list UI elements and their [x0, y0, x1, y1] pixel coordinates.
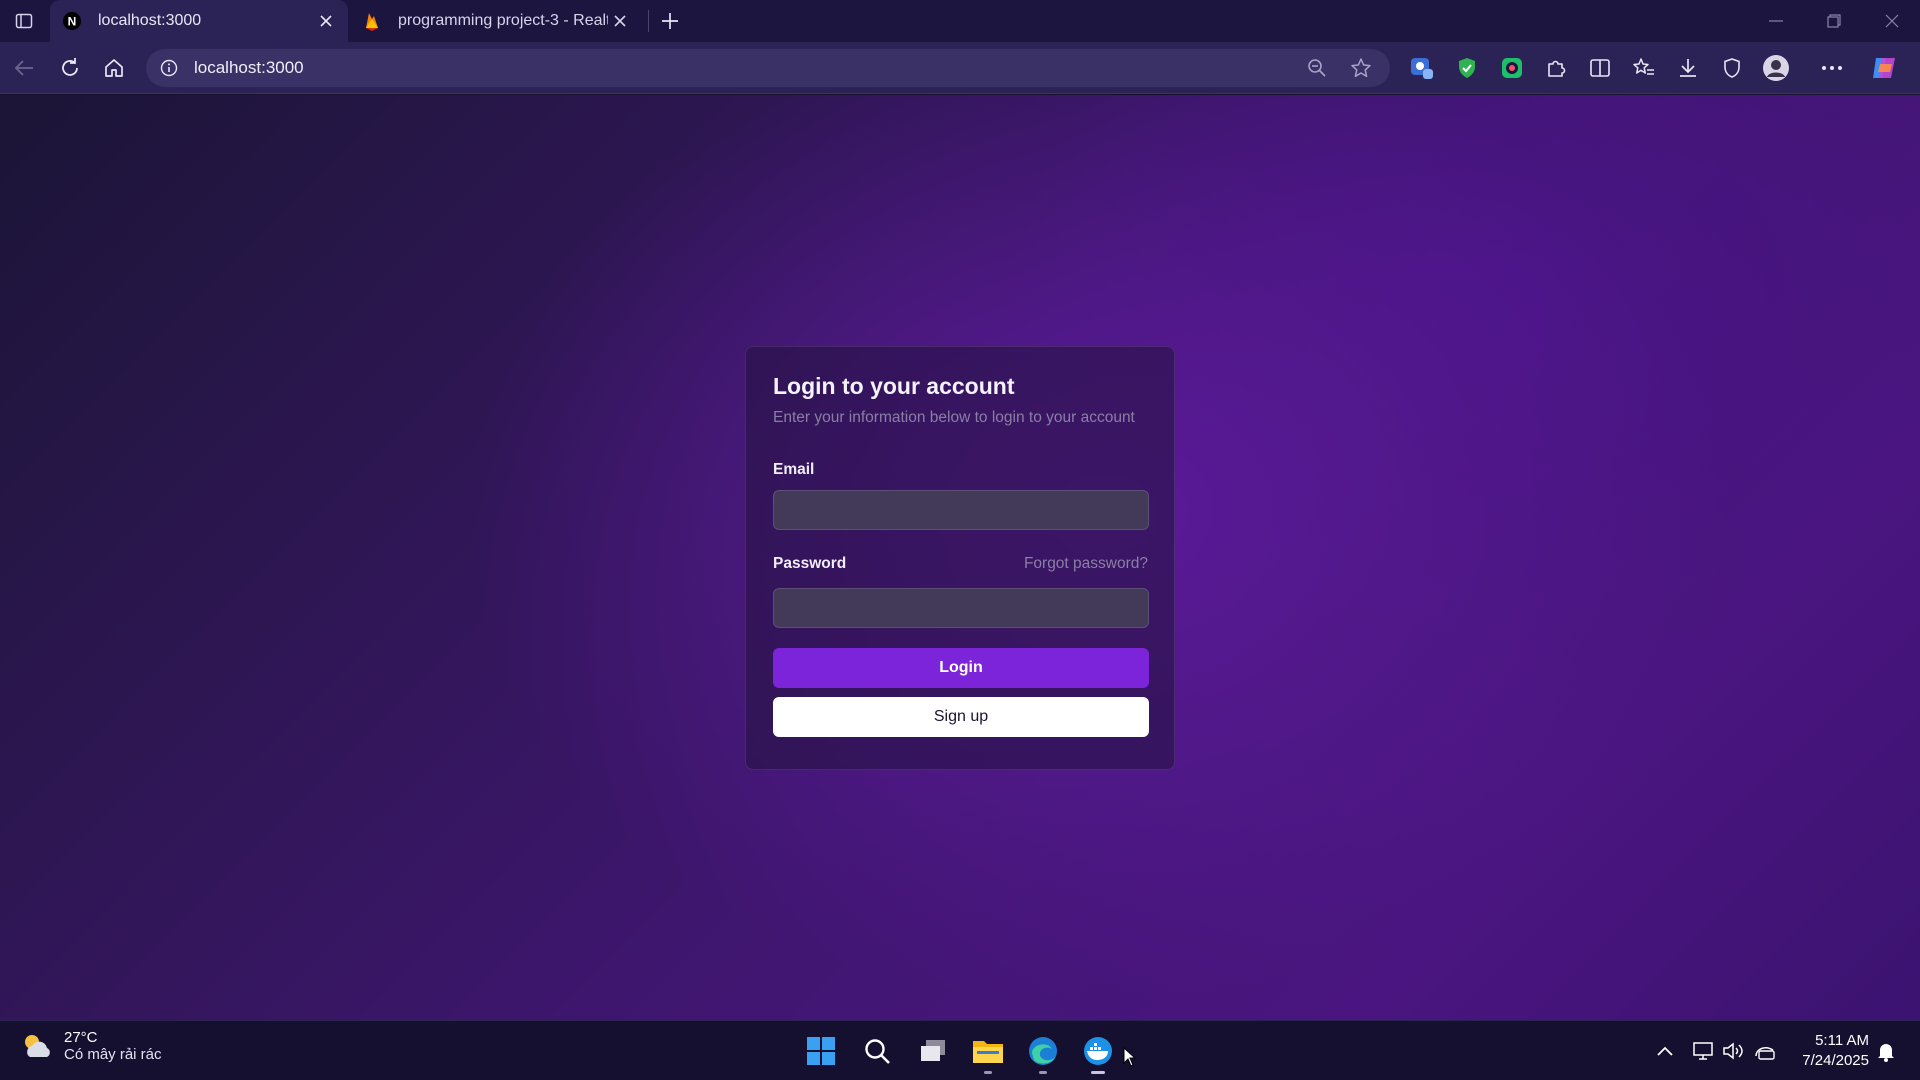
login-title: Login to your account	[773, 373, 1015, 399]
chevron-up-icon[interactable]	[1653, 1039, 1677, 1063]
email-field[interactable]	[773, 490, 1149, 530]
task-view-icon[interactable]	[913, 1031, 953, 1071]
windows-start-icon[interactable]	[801, 1031, 841, 1071]
login-description: Enter your information below to login to…	[773, 409, 1135, 426]
taskbar: 27°C Có mây rải rác 5:11 AM 7/24/2025	[0, 1020, 1920, 1080]
download-icon[interactable]	[1672, 52, 1704, 84]
clock[interactable]: 5:11 AM 7/24/2025	[1783, 1031, 1869, 1071]
minimize-icon[interactable]	[1748, 0, 1804, 42]
tab-localhost[interactable]: N localhost:3000	[50, 0, 348, 42]
weather-widget[interactable]: 27°C Có mây rải rác	[20, 1029, 162, 1063]
network-icon[interactable]	[1692, 1039, 1716, 1063]
forgot-password-link[interactable]: Forgot password?	[1024, 555, 1148, 573]
edge-icon[interactable]	[1023, 1031, 1063, 1074]
close-tab-icon[interactable]	[314, 9, 338, 33]
browser-essentials-icon[interactable]	[1716, 52, 1748, 84]
puzzle-icon[interactable]	[1540, 52, 1572, 84]
new-tab-icon[interactable]	[656, 7, 684, 35]
weather-temp: 27°C	[64, 1029, 98, 1046]
refresh-icon[interactable]	[54, 52, 86, 84]
partly-cloudy-icon	[25, 1035, 50, 1057]
extension-1-icon[interactable]	[1406, 52, 1438, 84]
mouse-cursor-icon	[1123, 1046, 1137, 1072]
tab-separator	[648, 10, 649, 32]
more-icon[interactable]	[1816, 52, 1848, 84]
running-indicator	[1091, 1071, 1105, 1074]
password-field[interactable]	[773, 588, 1149, 628]
tab-title: programming project-3 - Realtim	[398, 12, 608, 29]
n-favicon: N	[62, 11, 82, 31]
page-background: Login to your account Enter your informa…	[0, 95, 1920, 1020]
site-info-icon[interactable]	[158, 57, 180, 79]
zoom-out-icon[interactable]	[1302, 53, 1332, 83]
running-indicator	[984, 1071, 992, 1074]
browser-titlebar: N localhost:3000 programming project-3 -…	[0, 0, 1920, 42]
tab-title: localhost:3000	[98, 12, 202, 29]
profile-avatar[interactable]	[1760, 52, 1792, 84]
login-card: Login to your account Enter your informa…	[745, 346, 1175, 770]
address-bar[interactable]: localhost:3000	[146, 49, 1390, 87]
restore-icon[interactable]	[1806, 0, 1862, 42]
browser-toolbar: localhost:3000	[0, 42, 1920, 94]
close-window-icon[interactable]	[1864, 0, 1920, 42]
clock-date: 7/24/2025	[1802, 1052, 1869, 1069]
login-button[interactable]: Login	[773, 648, 1149, 688]
tab-actions-icon[interactable]	[10, 8, 38, 34]
file-explorer-icon[interactable]	[968, 1031, 1008, 1074]
running-indicator	[1039, 1071, 1047, 1074]
split-screen-icon[interactable]	[1584, 52, 1616, 84]
close-tab-icon[interactable]	[608, 9, 632, 33]
favorites-icon[interactable]	[1628, 52, 1660, 84]
email-label: Email	[773, 461, 815, 478]
firebase-favicon	[362, 11, 382, 31]
signup-button[interactable]: Sign up	[773, 697, 1149, 737]
clock-time: 5:11 AM	[1815, 1032, 1869, 1049]
notification-bell-icon[interactable]	[1874, 1039, 1898, 1063]
copilot-icon[interactable]	[1868, 52, 1900, 84]
docker-icon[interactable]	[1078, 1031, 1118, 1074]
search-icon[interactable]	[857, 1031, 897, 1071]
volume-icon[interactable]	[1721, 1039, 1745, 1063]
star-icon[interactable]	[1346, 53, 1376, 83]
extension-2-icon[interactable]	[1496, 52, 1528, 84]
tab-firebase[interactable]: programming project-3 - Realtim	[350, 0, 642, 42]
svg-text:N: N	[68, 15, 77, 29]
url-text: localhost:3000	[194, 58, 304, 77]
home-icon[interactable]	[98, 52, 130, 84]
battery-icon[interactable]	[1753, 1039, 1777, 1063]
back-icon[interactable]	[8, 52, 40, 84]
password-label: Password	[773, 555, 847, 572]
shield-check-icon[interactable]	[1451, 52, 1483, 84]
weather-condition: Có mây rải rác	[64, 1046, 162, 1063]
